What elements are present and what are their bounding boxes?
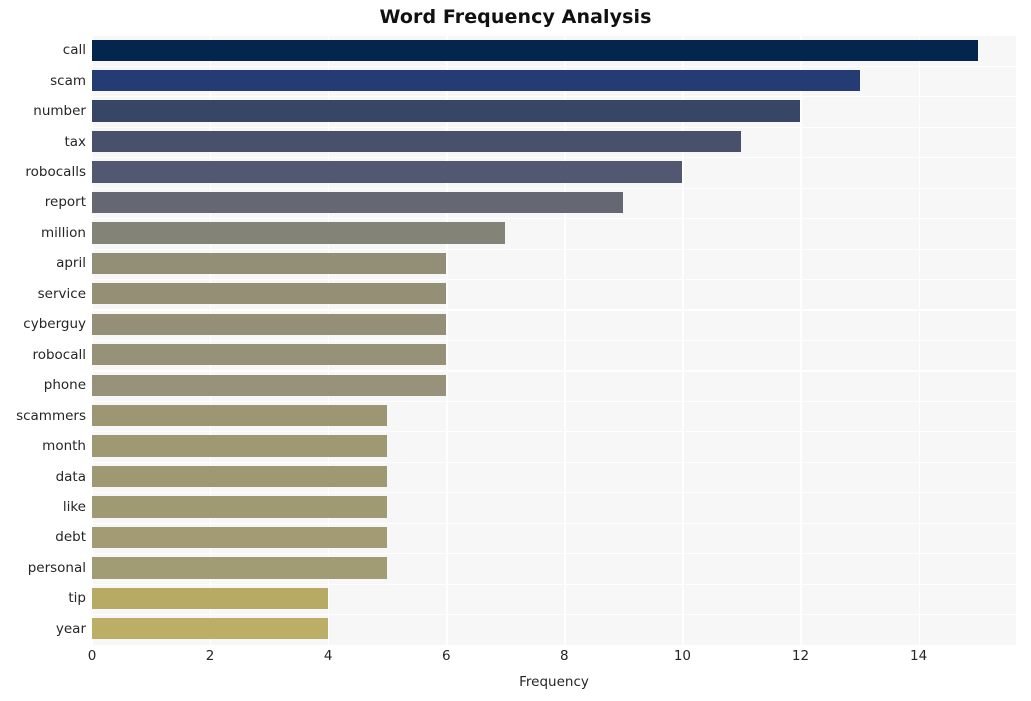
y-tick-label: like — [62, 498, 86, 515]
bar — [92, 404, 388, 427]
bar-row — [92, 310, 1016, 340]
bar-row — [92, 371, 1016, 401]
bar-row — [92, 97, 1016, 127]
x-tick-label: 0 — [87, 648, 97, 664]
y-tick-label: tax — [64, 133, 86, 150]
x-tick-label: 6 — [441, 648, 451, 664]
y-tick-label: scam — [50, 72, 86, 89]
bar-row — [92, 493, 1016, 523]
band-separator — [92, 461, 1016, 463]
y-tick-label: april — [56, 255, 86, 272]
x-tick-label: 2 — [205, 648, 215, 664]
bar-row — [92, 158, 1016, 188]
band-separator — [92, 522, 1016, 524]
bar — [92, 526, 388, 549]
y-tick-label: cyberguy — [23, 316, 86, 333]
band-separator — [92, 96, 1016, 98]
y-tick-label: tip — [68, 590, 86, 607]
band-separator — [92, 492, 1016, 494]
y-tick-label: personal — [27, 559, 86, 576]
y-tick-label: scammers — [16, 407, 86, 424]
bar — [92, 161, 683, 183]
bar-row — [92, 219, 1016, 249]
bar-row — [92, 36, 1016, 66]
bar — [92, 130, 742, 153]
band-separator — [92, 187, 1016, 189]
y-tick-label: number — [33, 103, 86, 120]
y-tick-label: robocall — [32, 346, 86, 363]
chart-figure: Word Frequency Analysis call scam number ta… — [0, 0, 1031, 701]
band-separator — [92, 553, 1016, 555]
y-tick-label: month — [42, 438, 86, 455]
band-separator — [92, 339, 1016, 342]
bar — [92, 313, 447, 335]
bar-row — [92, 523, 1016, 553]
band-separator — [92, 309, 1016, 311]
bar-row — [92, 249, 1016, 279]
band-separator — [92, 157, 1016, 159]
y-axis-tick-labels: call scam number tax robocalls report million a… — [0, 36, 92, 645]
x-tick-label: 12 — [791, 648, 810, 664]
band-separator — [92, 370, 1016, 372]
bar — [92, 252, 447, 275]
bar-row — [92, 66, 1016, 96]
bar-row — [92, 401, 1016, 431]
bar — [92, 283, 447, 305]
bar — [92, 100, 801, 122]
bar — [92, 587, 329, 609]
bar-row — [92, 615, 1016, 645]
bar — [92, 70, 860, 92]
y-tick-label: million — [41, 224, 86, 241]
band-separator — [92, 279, 1016, 281]
bar-row — [92, 584, 1016, 614]
x-tick-label: 4 — [323, 648, 333, 664]
bar — [92, 465, 388, 488]
bar-row — [92, 432, 1016, 462]
bar — [92, 496, 388, 518]
bar — [92, 435, 388, 457]
y-tick-label: call — [62, 42, 86, 59]
band-separator — [92, 431, 1016, 433]
band-separator — [92, 400, 1016, 402]
bar-row — [92, 554, 1016, 584]
y-tick-label: phone — [43, 377, 86, 394]
bar-row — [92, 341, 1016, 371]
band-separator — [92, 583, 1016, 585]
bar — [92, 39, 978, 61]
x-tick-label: 8 — [560, 648, 569, 664]
bar — [92, 191, 624, 214]
band-separator — [92, 126, 1016, 128]
bar-row — [92, 280, 1016, 310]
y-tick-label: report — [44, 194, 86, 211]
x-tick-label: 14 — [909, 648, 928, 664]
bar — [92, 344, 447, 366]
bar-row — [92, 127, 1016, 157]
y-tick-label: robocalls — [25, 164, 86, 181]
chart-title: Word Frequency Analysis — [379, 6, 652, 28]
band-separator — [92, 218, 1016, 220]
y-tick-label: year — [55, 620, 86, 637]
bar-row — [92, 188, 1016, 218]
band-separator — [92, 613, 1016, 616]
y-tick-label: debt — [55, 529, 86, 546]
y-tick-label: service — [37, 285, 86, 302]
bar — [92, 618, 329, 640]
x-axis-tick-labels: 0 2 4 6 8 10 12 14 — [88, 648, 1016, 670]
band-separator — [92, 248, 1016, 250]
y-tick-label: data — [55, 468, 86, 485]
band-separator — [92, 65, 1016, 68]
bar — [92, 374, 447, 396]
bar — [92, 222, 506, 244]
bar-row — [92, 462, 1016, 492]
bar — [92, 557, 388, 579]
x-tick-label: 10 — [673, 648, 691, 664]
plot-area — [92, 36, 1016, 645]
x-axis-label: Frequency — [519, 674, 589, 690]
